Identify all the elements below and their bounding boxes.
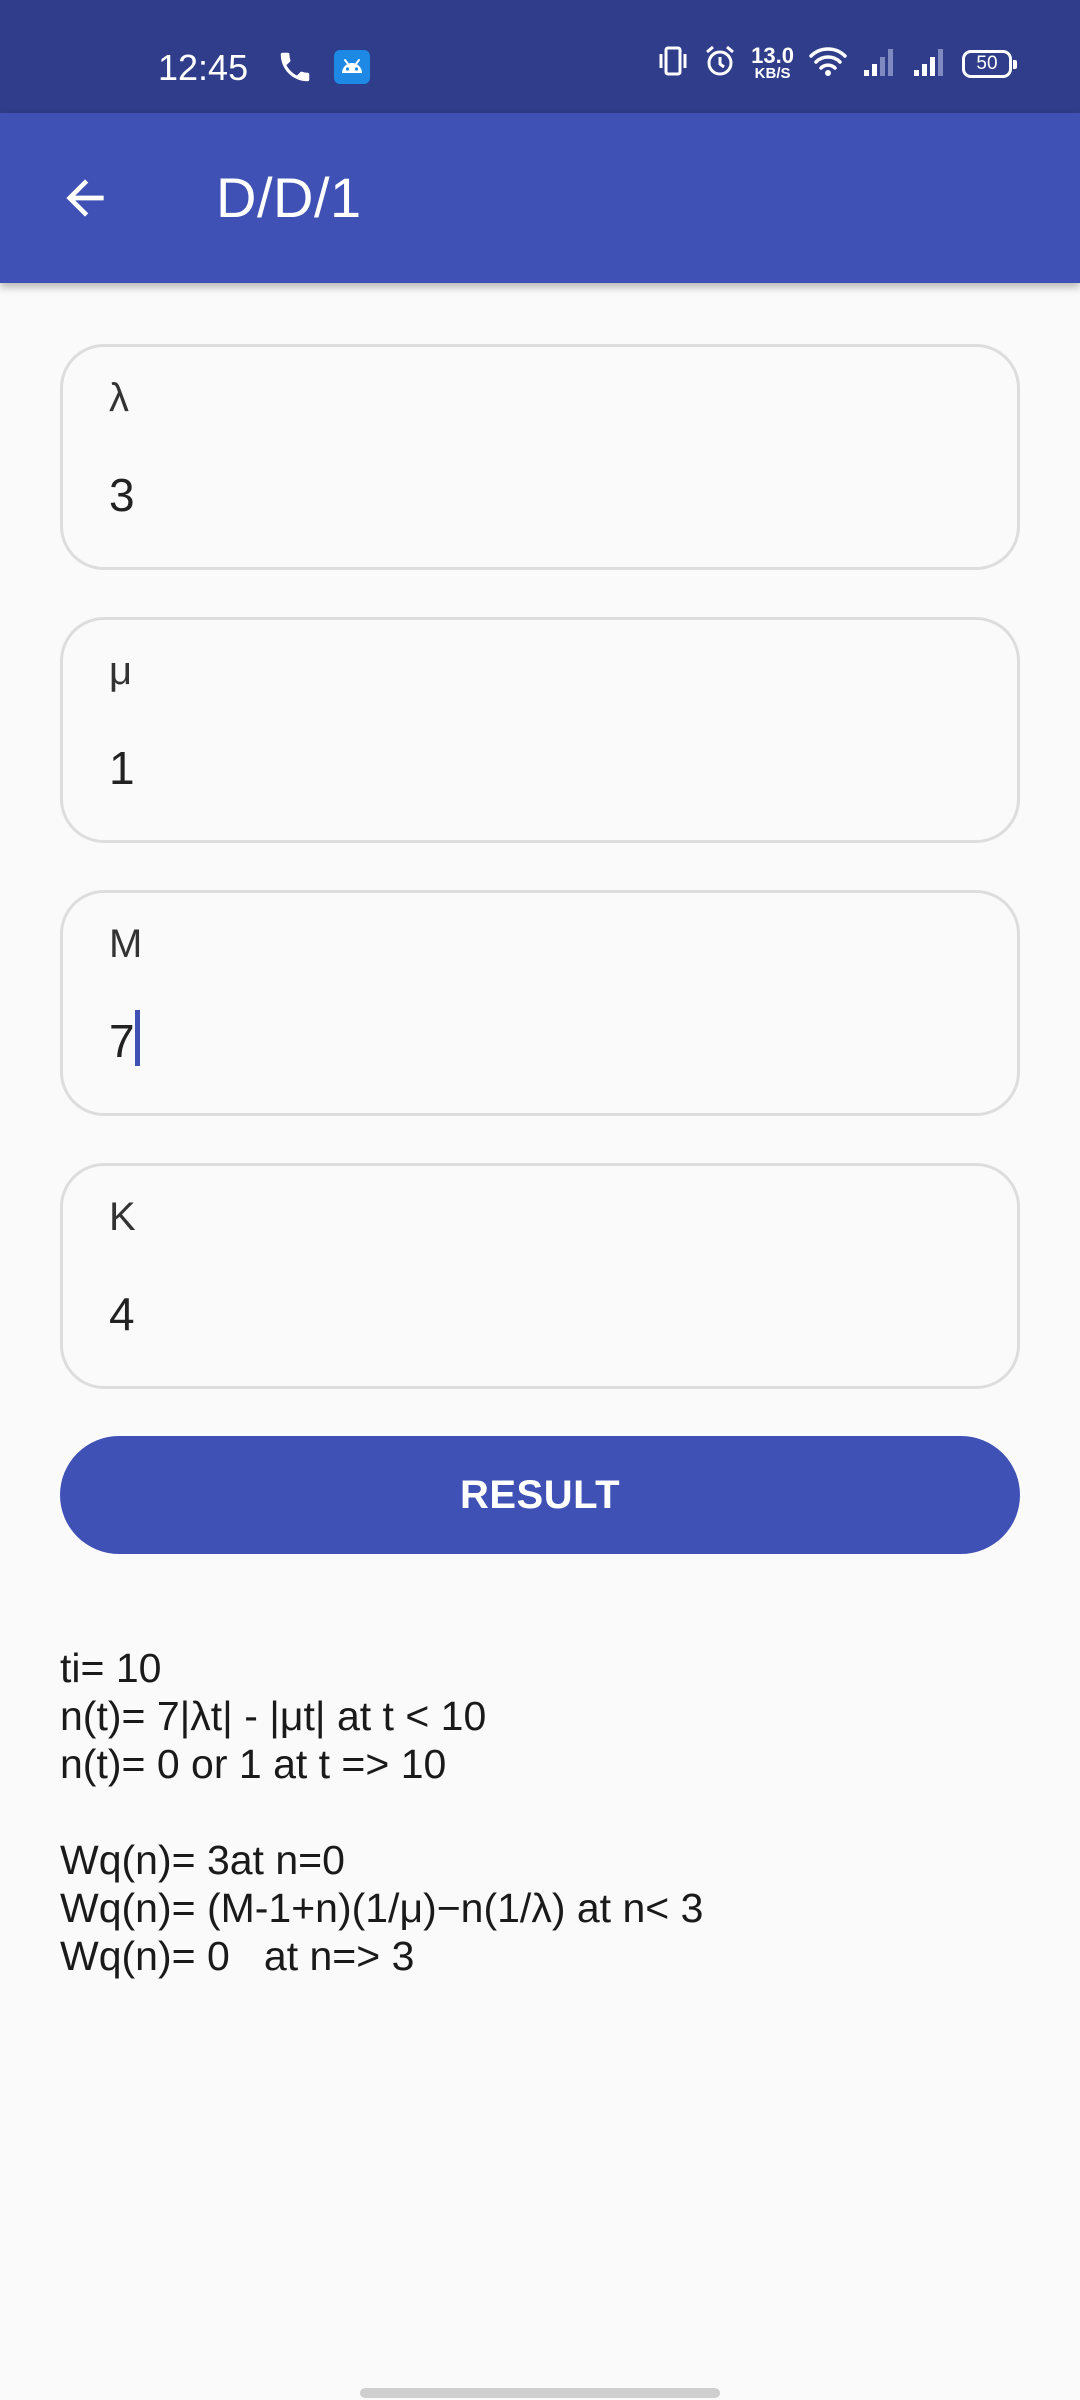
alarm-icon bbox=[703, 44, 737, 83]
result-line: Wq(n)= 0 at n=> 3 bbox=[60, 1933, 415, 1979]
result-line: Wq(n)= (M-1+n)(1/μ)−n(1/λ) at n< 3 bbox=[60, 1885, 704, 1931]
signal-icon bbox=[862, 44, 898, 83]
result-line: n(t)= 7|λt| - |μt| at t < 10 bbox=[60, 1693, 487, 1739]
results-block-time: ti= 10 n(t)= 7|λt| - |μt| at t < 10 n(t)… bbox=[60, 1644, 1040, 1788]
lambda-field[interactable]: λ bbox=[60, 344, 1020, 570]
text-cursor bbox=[135, 1010, 140, 1066]
m-input[interactable] bbox=[109, 1011, 969, 1071]
status-bar: 12:45 13.0 KB/S 50 bbox=[0, 0, 1080, 113]
home-indicator[interactable] bbox=[360, 2388, 720, 2398]
m-field[interactable]: M bbox=[60, 890, 1020, 1116]
wifi-icon bbox=[808, 44, 848, 83]
network-speed-value: 13.0 bbox=[751, 42, 794, 68]
lambda-label: λ bbox=[109, 376, 129, 420]
mu-input[interactable] bbox=[109, 738, 969, 798]
mu-label: μ bbox=[109, 649, 133, 693]
arrow-back-icon bbox=[66, 179, 104, 217]
result-line: ti= 10 bbox=[60, 1645, 162, 1691]
result-line: Wq(n)= 3at n=0 bbox=[60, 1837, 345, 1883]
k-input[interactable] bbox=[109, 1284, 969, 1344]
page-title: D/D/1 bbox=[216, 166, 362, 229]
phone-icon bbox=[276, 48, 314, 91]
app-bar: D/D/1 bbox=[0, 113, 1080, 283]
k-label: K bbox=[109, 1195, 136, 1239]
status-time: 12:45 bbox=[158, 47, 249, 88]
results-block-wait: Wq(n)= 3at n=0 Wq(n)= (M-1+n)(1/μ)−n(1/λ… bbox=[60, 1836, 1040, 1980]
k-field[interactable]: K bbox=[60, 1163, 1020, 1389]
mu-field[interactable]: μ bbox=[60, 617, 1020, 843]
android-icon bbox=[332, 48, 372, 91]
status-right-icons: 13.0 KB/S 50 bbox=[657, 42, 1017, 83]
status-left-icons bbox=[276, 48, 372, 91]
result-line: n(t)= 0 or 1 at t => 10 bbox=[60, 1741, 447, 1787]
vibrate-icon bbox=[657, 44, 689, 83]
back-button[interactable] bbox=[52, 165, 118, 231]
network-speed-unit: KB/S bbox=[754, 64, 791, 82]
battery-indicator: 50 bbox=[962, 49, 1017, 78]
network-speed: 13.0 KB/S bbox=[751, 42, 794, 82]
lambda-input[interactable] bbox=[109, 465, 969, 525]
m-label: M bbox=[109, 922, 143, 966]
result-button[interactable]: RESULT bbox=[60, 1436, 1020, 1554]
signal-icon bbox=[912, 44, 948, 83]
